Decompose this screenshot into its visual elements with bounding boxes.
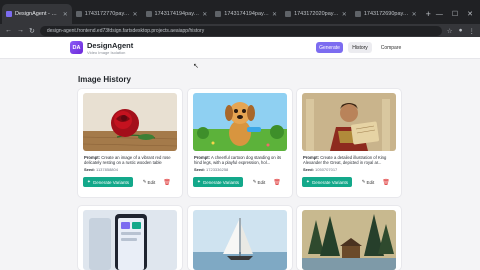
bookmark-star-icon[interactable]: ☆ xyxy=(447,27,453,35)
reload-icon[interactable]: ↻ xyxy=(29,27,35,35)
delete-icon[interactable]: 🗑 xyxy=(272,177,282,187)
history-card xyxy=(78,206,182,270)
maximize-icon[interactable]: ☐ xyxy=(452,10,458,18)
sparkle-icon: ✦ xyxy=(87,179,91,184)
history-card: Prompt: A cheerful cartoon dog standing … xyxy=(188,89,292,197)
window-controls: — ☐ ✕ xyxy=(436,4,480,24)
menu-icon[interactable]: ⋮ xyxy=(469,27,476,35)
favicon-icon xyxy=(285,11,292,17)
tab-label: 1743172770pay.jpg (... xyxy=(84,11,130,17)
prompt-text: Prompt: Create an image of a vibrant red… xyxy=(84,155,171,166)
tab-label: 1743172020pay.jpg (... xyxy=(294,11,339,17)
close-tab-icon[interactable]: ✕ xyxy=(272,11,277,18)
generate-variants-button[interactable]: ✦ Generate Variants xyxy=(83,177,133,187)
seed-text: Seed: 1137858804 xyxy=(84,167,118,172)
back-icon[interactable]: ← xyxy=(5,27,12,34)
delete-icon[interactable]: 🗑 xyxy=(381,177,391,187)
prompt-text: Prompt: A cheerful cartoon dog standing … xyxy=(194,155,282,166)
mouse-cursor-icon: ↖ xyxy=(193,63,199,70)
generated-image-sailboat[interactable] xyxy=(193,210,287,270)
edit-button[interactable]: ✎ Edit xyxy=(359,177,377,187)
favicon-icon xyxy=(354,11,361,17)
favicon-icon xyxy=(145,11,152,17)
history-card xyxy=(188,206,292,270)
forward-icon[interactable]: → xyxy=(17,27,24,34)
close-window-icon[interactable]: ✕ xyxy=(467,10,473,18)
close-tab-icon[interactable]: ✕ xyxy=(342,11,347,18)
browser-tab[interactable]: 1743174194pay.jpg (... ✕ xyxy=(142,4,212,24)
app-subtitle: Video Image Isolation xyxy=(87,50,126,55)
history-card: Prompt: Create an image of a vibrant red… xyxy=(78,89,182,197)
tab-label: 1743174194pay.jpg (... xyxy=(154,11,200,17)
nav-compare-button[interactable]: Compare xyxy=(377,42,405,53)
generated-image-rose[interactable] xyxy=(83,93,177,151)
nav-history-button[interactable]: History xyxy=(348,42,372,53)
new-tab-button[interactable]: + xyxy=(421,4,436,24)
history-card xyxy=(297,206,401,270)
generated-image-phone[interactable] xyxy=(83,210,177,270)
delete-icon[interactable]: 🗑 xyxy=(162,177,172,187)
generate-variants-button[interactable]: ✦ Generate Variants xyxy=(193,177,243,187)
edit-icon: ✎ xyxy=(252,179,257,184)
page-title: Image History xyxy=(78,75,131,84)
browser-tab[interactable]: 1743172020pay.jpg (... ✕ xyxy=(281,4,351,24)
nav-generate-button[interactable]: Generate xyxy=(316,42,343,53)
edit-button[interactable]: ✎ Edit xyxy=(250,177,268,187)
browser-window: DesignAgent - Frontend ✕ 1743172770pay.j… xyxy=(0,0,480,270)
app-logo[interactable]: DA xyxy=(70,41,83,54)
edit-icon: ✎ xyxy=(142,179,147,184)
favicon-icon xyxy=(215,11,222,17)
prompt-text: Prompt: Create a detailed illustration o… xyxy=(303,155,387,166)
generate-variants-button[interactable]: ✦ Generate Variants xyxy=(302,177,352,187)
tab-strip: DesignAgent - Frontend ✕ 1743172770pay.j… xyxy=(0,0,480,24)
seed-text: Seed: 1050707017 xyxy=(303,167,338,172)
minimize-icon[interactable]: — xyxy=(436,11,443,18)
tab-label: 1743172690pay.jpg (... xyxy=(363,11,409,17)
tab-label: DesignAgent - Frontend xyxy=(15,11,60,17)
app-header: DA DesignAgent Video Image Isolation Gen… xyxy=(0,37,480,59)
address-field[interactable]: design-agent.frontend.ed73fdsign.fartsde… xyxy=(39,25,442,36)
profile-icon[interactable]: ● xyxy=(459,27,463,35)
browser-actions: ☆ ● ⋮ xyxy=(447,27,475,35)
browser-tab[interactable]: 1743172770pay.jpg (... ✕ xyxy=(72,4,142,24)
browser-tab[interactable]: 1743172690pay.jpg (... ✕ xyxy=(351,4,421,24)
generated-image-dog[interactable] xyxy=(193,93,287,151)
close-tab-icon[interactable]: ✕ xyxy=(412,11,417,18)
app-title: DesignAgent xyxy=(87,41,134,50)
favicon-icon xyxy=(6,11,12,17)
address-bar-row: ← → ↻ design-agent.frontend.ed73fdsign.f… xyxy=(0,24,480,37)
browser-tab[interactable]: 1743174194pay.jpg (... ✕ xyxy=(211,4,281,24)
close-tab-icon[interactable]: ✕ xyxy=(133,11,138,18)
sparkle-icon: ✦ xyxy=(197,179,201,184)
close-tab-icon[interactable]: ✕ xyxy=(63,11,68,18)
close-tab-icon[interactable]: ✕ xyxy=(202,11,207,18)
generated-image-alexander[interactable] xyxy=(302,93,396,151)
sparkle-icon: ✦ xyxy=(306,179,310,184)
seed-text: Seed: 1723336258 xyxy=(194,167,229,172)
generated-image-cabin[interactable] xyxy=(302,210,396,270)
browser-tab-active[interactable]: DesignAgent - Frontend ✕ xyxy=(2,4,72,24)
tab-label: 1743174194pay.jpg (... xyxy=(224,11,270,17)
edit-icon: ✎ xyxy=(361,179,366,184)
favicon-icon xyxy=(75,11,82,17)
edit-button[interactable]: ✎ Edit xyxy=(140,177,158,187)
history-card: Prompt: Create a detailed illustration o… xyxy=(297,89,401,197)
